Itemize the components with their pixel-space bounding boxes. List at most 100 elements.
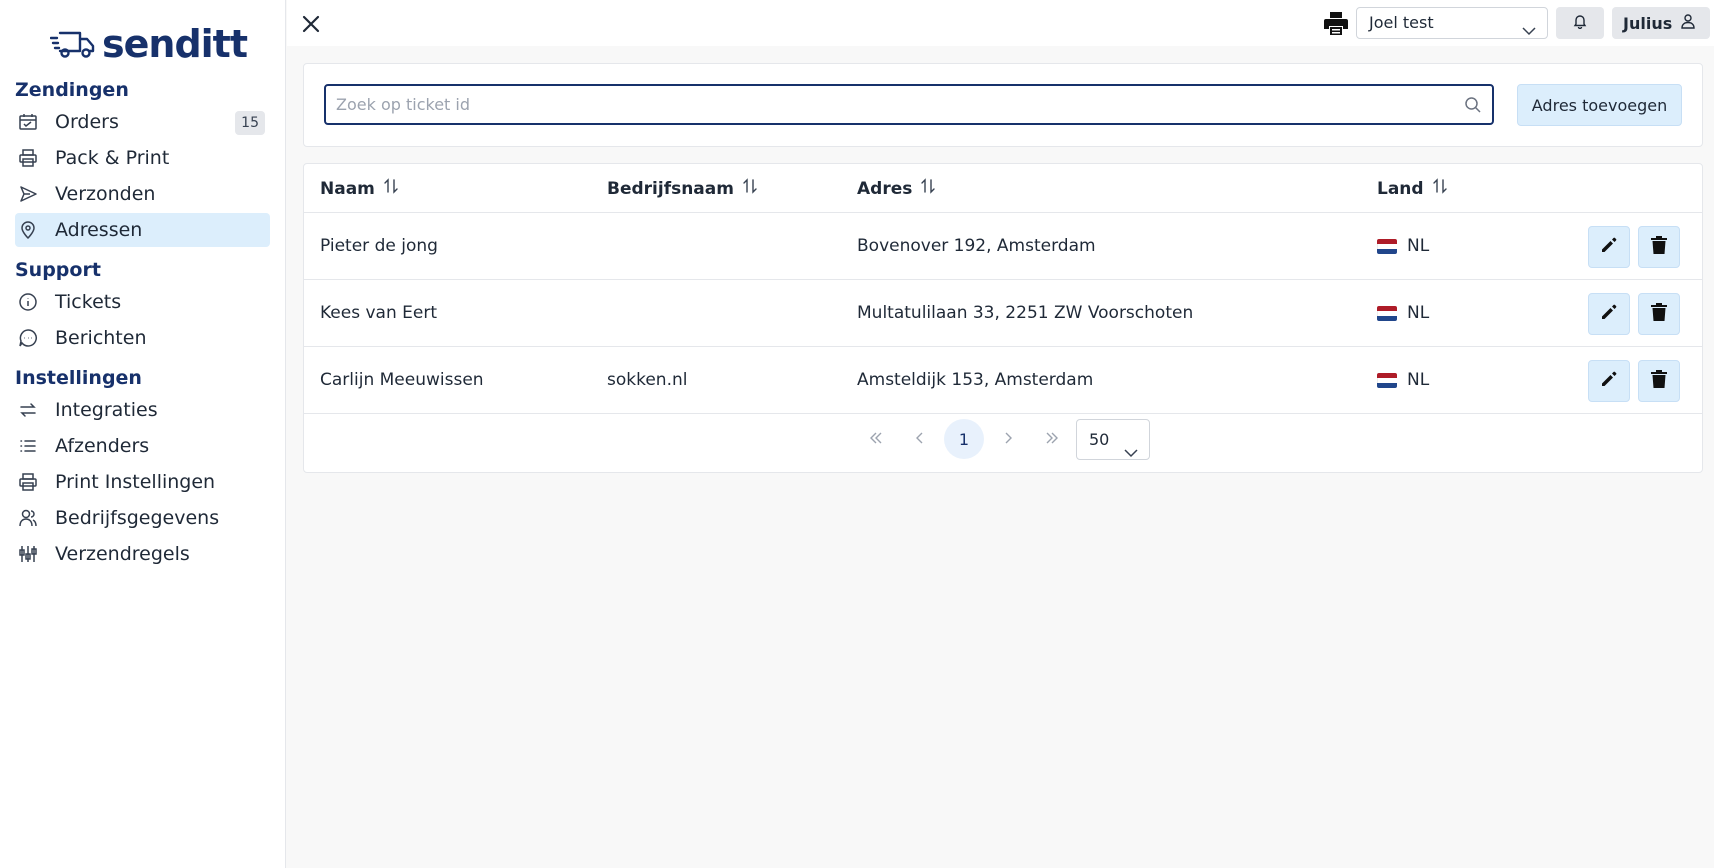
- sidebar-item-label: Tickets: [55, 291, 122, 313]
- table-header: Naam Bedrijfsnaam Adres Land: [304, 164, 1702, 213]
- pagination: 1 50: [304, 417, 1702, 461]
- cell-adres: Multatulilaan 33, 2251 ZW Voorschoten: [857, 303, 1194, 323]
- info-icon: [17, 291, 39, 313]
- printer-icon: [17, 471, 39, 493]
- edit-button[interactable]: [1588, 293, 1630, 335]
- delete-button[interactable]: [1638, 360, 1680, 402]
- country-code: NL: [1407, 370, 1430, 390]
- sidebar-item-tickets[interactable]: Tickets: [15, 285, 270, 319]
- cell-land: NL: [1377, 347, 1429, 413]
- sidebar-item-label: Adressen: [55, 219, 143, 241]
- sliders-icon: [17, 543, 39, 565]
- notifications-button[interactable]: [1556, 7, 1604, 39]
- nl-flag-icon: [1377, 238, 1397, 254]
- cell-adres: Amsteldijk 153, Amsterdam: [857, 370, 1094, 390]
- search-icon: [1464, 96, 1482, 118]
- user-icon: [1680, 13, 1696, 33]
- next-page-button[interactable]: [988, 419, 1028, 459]
- trash-icon: [1651, 236, 1667, 258]
- user-name: Julius: [1623, 13, 1673, 33]
- chevron-down-icon: [1521, 17, 1537, 47]
- calendar-icon: [17, 111, 39, 133]
- logo[interactable]: senditt: [50, 22, 248, 66]
- printer-select[interactable]: Joel test: [1356, 7, 1548, 39]
- sidebar-item-pack-print[interactable]: Pack & Print: [15, 141, 270, 175]
- previous-page-button[interactable]: [900, 419, 940, 459]
- cell-naam: Carlijn Meeuwissen: [320, 370, 484, 390]
- users-icon: [17, 507, 39, 529]
- double-chevron-left-icon: [868, 430, 884, 449]
- table-row[interactable]: Kees van Eert Multatulilaan 33, 2251 ZW …: [304, 280, 1702, 347]
- cell-naam: Pieter de jong: [320, 236, 438, 256]
- pencil-icon: [1600, 370, 1618, 392]
- truck-icon: [50, 31, 95, 58]
- cell-adres: Bovenover 192, Amsterdam: [857, 236, 1096, 256]
- last-page-button[interactable]: [1032, 419, 1072, 459]
- sidebar-item-label: Berichten: [55, 327, 147, 349]
- add-address-button[interactable]: Adres toevoegen: [1517, 84, 1682, 126]
- page-size-value: 50: [1089, 430, 1110, 449]
- sidebar-item-label: Afzenders: [55, 435, 150, 457]
- section-zendingen: Zendingen: [15, 79, 129, 101]
- column-header-label: Land: [1377, 178, 1424, 199]
- page-button-current[interactable]: 1: [944, 419, 984, 459]
- sort-icon: [920, 178, 936, 199]
- page-size-select[interactable]: 50: [1076, 419, 1150, 460]
- sidebar: senditt Zendingen Orders 15 Pack & Print…: [0, 0, 286, 868]
- chat-icon: [17, 327, 39, 349]
- sidebar-item-adressen[interactable]: Adressen: [15, 213, 270, 247]
- sidebar-item-verzendregels[interactable]: Verzendregels: [15, 537, 270, 571]
- sidebar-item-label: Pack & Print: [55, 147, 170, 169]
- search-box: [324, 84, 1494, 125]
- search-input[interactable]: [326, 86, 1426, 123]
- chevron-left-icon: [915, 430, 925, 449]
- search-card: Adres toevoegen: [303, 63, 1703, 147]
- sidebar-item-bedrijfsgegevens[interactable]: Bedrijfsgegevens: [15, 501, 270, 535]
- country-code: NL: [1407, 303, 1430, 323]
- trash-icon: [1651, 370, 1667, 392]
- printer-icon[interactable]: [1322, 9, 1350, 37]
- sidebar-item-afzenders[interactable]: Afzenders: [15, 429, 270, 463]
- column-header-land[interactable]: Land: [1377, 164, 1448, 213]
- table-row[interactable]: Carlijn Meeuwissen sokken.nl Amsteldijk …: [304, 347, 1702, 414]
- close-icon[interactable]: [299, 12, 323, 36]
- sidebar-item-label: Print Instellingen: [55, 471, 216, 493]
- table-row[interactable]: Pieter de jong Bovenover 192, Amsterdam …: [304, 213, 1702, 280]
- cell-land: NL: [1377, 280, 1429, 346]
- sort-icon: [742, 178, 758, 199]
- printer-icon: [17, 147, 39, 169]
- delete-button[interactable]: [1638, 226, 1680, 268]
- printer-select-value: Joel test: [1369, 13, 1434, 32]
- sidebar-item-label: Bedrijfsgegevens: [55, 507, 220, 529]
- sidebar-item-verzonden[interactable]: Verzonden: [15, 177, 270, 211]
- list-icon: [17, 435, 39, 457]
- first-page-button[interactable]: [856, 419, 896, 459]
- nl-flag-icon: [1377, 305, 1397, 321]
- chevron-right-icon: [1003, 430, 1013, 449]
- sidebar-item-label: Integraties: [55, 399, 158, 421]
- double-chevron-right-icon: [1044, 430, 1060, 449]
- pencil-icon: [1600, 303, 1618, 325]
- user-menu-button[interactable]: Julius: [1612, 7, 1710, 39]
- bell-icon: [1572, 13, 1588, 33]
- arrows-icon: [17, 399, 39, 421]
- column-header-adres[interactable]: Adres: [857, 164, 936, 213]
- nl-flag-icon: [1377, 372, 1397, 388]
- country-code: NL: [1407, 236, 1430, 256]
- sort-icon: [1432, 178, 1448, 199]
- delete-button[interactable]: [1638, 293, 1680, 335]
- edit-button[interactable]: [1588, 226, 1630, 268]
- sidebar-item-berichten[interactable]: Berichten: [15, 321, 270, 355]
- edit-button[interactable]: [1588, 360, 1630, 402]
- sidebar-item-orders[interactable]: Orders 15: [15, 105, 270, 139]
- cell-land: NL: [1377, 213, 1429, 279]
- pencil-icon: [1600, 236, 1618, 258]
- sidebar-item-label: Verzonden: [55, 183, 156, 205]
- column-header-naam[interactable]: Naam: [320, 164, 399, 213]
- send-icon: [17, 183, 39, 205]
- sidebar-item-print-instellingen[interactable]: Print Instellingen: [15, 465, 270, 499]
- sidebar-item-integraties[interactable]: Integraties: [15, 393, 270, 427]
- column-header-bedrijfsnaam[interactable]: Bedrijfsnaam: [607, 164, 758, 213]
- map-pin-icon: [17, 219, 39, 241]
- brand-name: senditt: [102, 22, 248, 66]
